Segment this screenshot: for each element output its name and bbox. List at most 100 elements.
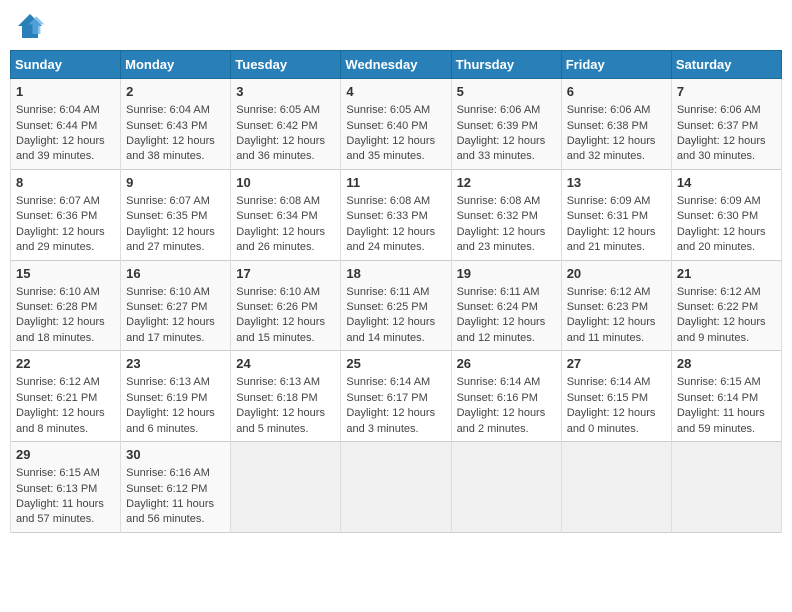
day-info-line: and 14 minutes. xyxy=(346,331,445,346)
day-info-line: Daylight: 12 hours xyxy=(457,406,556,421)
calendar-cell: 21 Sunrise: 6:12 AMSunset: 6:22 PMDayligh… xyxy=(671,260,781,351)
calendar-cell: 24Sunrise: 6:13 AMSunset: 6:18 PMDayligh… xyxy=(231,351,341,442)
day-info-line: Sunrise: 6:04 AM xyxy=(126,103,225,118)
day-info-line: Sunset: 6:44 PM xyxy=(16,119,115,134)
calendar-cell: 19Sunrise: 6:11 AMSunset: 6:24 PMDayligh… xyxy=(451,260,561,351)
day-info-line: Sunset: 6:36 PM xyxy=(16,209,115,224)
day-info-line: Sunrise: 6:09 AM xyxy=(677,194,776,209)
day-info-line: Daylight: 12 hours xyxy=(567,406,666,421)
day-info-line: Sunrise: 6:12 AM xyxy=(16,375,115,390)
day-number: 12 xyxy=(457,174,556,192)
day-info-line: Sunset: 6:39 PM xyxy=(457,119,556,134)
day-info-line: Daylight: 12 hours xyxy=(457,315,556,330)
day-info-line: Sunset: 6:24 PM xyxy=(457,300,556,315)
header-thursday: Thursday xyxy=(451,51,561,79)
calendar-cell: 13Sunrise: 6:09 AMSunset: 6:31 PMDayligh… xyxy=(561,169,671,260)
day-info-line: Sunrise: 6:10 AM xyxy=(236,285,335,300)
day-info-line: Sunrise: 6:10 AM xyxy=(16,285,115,300)
day-info-line: Daylight: 12 hours xyxy=(126,406,225,421)
day-info-line: Sunrise: 6:07 AM xyxy=(16,194,115,209)
day-info-line: Sunrise: 6:11 AM xyxy=(346,285,445,300)
day-info-line: Sunrise: 6:12 AM xyxy=(677,285,776,300)
day-number: 27 xyxy=(567,355,666,373)
calendar-cell: 2Sunrise: 6:04 AMSunset: 6:43 PMDaylight… xyxy=(121,79,231,170)
day-info-line: Daylight: 12 hours xyxy=(567,225,666,240)
calendar-cell: 9Sunrise: 6:07 AMSunset: 6:35 PMDaylight… xyxy=(121,169,231,260)
day-info-line: Sunset: 6:33 PM xyxy=(346,209,445,224)
day-info-line: Sunset: 6:17 PM xyxy=(346,391,445,406)
day-info-line: and 5 minutes. xyxy=(236,422,335,437)
day-info-line: Daylight: 12 hours xyxy=(126,315,225,330)
day-info-line: Sunrise: 6:06 AM xyxy=(567,103,666,118)
day-number: 11 xyxy=(346,174,445,192)
day-info-line: and 9 minutes. xyxy=(677,331,776,346)
logo xyxy=(14,10,50,42)
day-info-line: Daylight: 12 hours xyxy=(126,134,225,149)
header-tuesday: Tuesday xyxy=(231,51,341,79)
day-number: 1 xyxy=(16,83,115,101)
day-info-line: Daylight: 12 hours xyxy=(16,225,115,240)
day-number: 15 xyxy=(16,265,115,283)
day-info-line: Daylight: 12 hours xyxy=(346,406,445,421)
calendar-cell xyxy=(341,442,451,533)
day-number: 26 xyxy=(457,355,556,373)
day-info-line: Sunrise: 6:05 AM xyxy=(346,103,445,118)
day-info-line: Daylight: 12 hours xyxy=(677,315,776,330)
day-info-line: and 27 minutes. xyxy=(126,240,225,255)
day-info-line: Daylight: 11 hours xyxy=(677,406,776,421)
day-info-line: and 35 minutes. xyxy=(346,149,445,164)
day-number: 10 xyxy=(236,174,335,192)
day-info-line: and 30 minutes. xyxy=(677,149,776,164)
day-info-line: and 12 minutes. xyxy=(457,331,556,346)
calendar-cell: 28Sunrise: 6:15 AMSunset: 6:14 PMDayligh… xyxy=(671,351,781,442)
day-number: 28 xyxy=(677,355,776,373)
day-info-line: Sunrise: 6:15 AM xyxy=(16,466,115,481)
header-monday: Monday xyxy=(121,51,231,79)
day-number: 18 xyxy=(346,265,445,283)
calendar-cell: 14Sunrise: 6:09 AMSunset: 6:30 PMDayligh… xyxy=(671,169,781,260)
day-info-line: Sunset: 6:28 PM xyxy=(16,300,115,315)
day-number: 14 xyxy=(677,174,776,192)
day-number: 8 xyxy=(16,174,115,192)
day-info-line: Daylight: 12 hours xyxy=(346,315,445,330)
day-info-line: Daylight: 12 hours xyxy=(567,134,666,149)
day-info-line: Sunset: 6:31 PM xyxy=(567,209,666,224)
day-info-line: Sunset: 6:38 PM xyxy=(567,119,666,134)
day-number: 5 xyxy=(457,83,556,101)
day-info-line: Sunrise: 6:12 AM xyxy=(567,285,666,300)
day-info-line: Sunset: 6:25 PM xyxy=(346,300,445,315)
day-info-line: Sunrise: 6:10 AM xyxy=(126,285,225,300)
day-info-line: and 23 minutes. xyxy=(457,240,556,255)
day-info-line: and 2 minutes. xyxy=(457,422,556,437)
day-info-line: Sunrise: 6:05 AM xyxy=(236,103,335,118)
day-number: 21 xyxy=(677,265,776,283)
day-info-line: and 18 minutes. xyxy=(16,331,115,346)
day-info-line: Sunset: 6:22 PM xyxy=(677,300,776,315)
day-info-line: Sunrise: 6:07 AM xyxy=(126,194,225,209)
day-info-line: Sunset: 6:40 PM xyxy=(346,119,445,134)
day-info-line: Daylight: 12 hours xyxy=(236,406,335,421)
day-info-line: Sunrise: 6:08 AM xyxy=(457,194,556,209)
day-info-line: Sunset: 6:42 PM xyxy=(236,119,335,134)
day-info-line: Sunrise: 6:14 AM xyxy=(457,375,556,390)
day-info-line: Sunset: 6:26 PM xyxy=(236,300,335,315)
day-info-line: Sunset: 6:14 PM xyxy=(677,391,776,406)
day-info-line: and 57 minutes. xyxy=(16,512,115,527)
day-info-line: Sunset: 6:16 PM xyxy=(457,391,556,406)
day-info-line: Sunrise: 6:16 AM xyxy=(126,466,225,481)
calendar-header: SundayMondayTuesdayWednesdayThursdayFrid… xyxy=(11,51,782,79)
day-info-line: Sunrise: 6:14 AM xyxy=(346,375,445,390)
day-info-line: Sunrise: 6:14 AM xyxy=(567,375,666,390)
day-info-line: Sunset: 6:37 PM xyxy=(677,119,776,134)
calendar-cell: 3Sunrise: 6:05 AMSunset: 6:42 PMDaylight… xyxy=(231,79,341,170)
day-info-line: Sunset: 6:30 PM xyxy=(677,209,776,224)
calendar-cell: 15Sunrise: 6:10 AMSunset: 6:28 PMDayligh… xyxy=(11,260,121,351)
day-info-line: Sunset: 6:32 PM xyxy=(457,209,556,224)
logo-icon xyxy=(14,10,46,42)
day-number: 25 xyxy=(346,355,445,373)
calendar-cell: 8 Sunrise: 6:07 AMSunset: 6:36 PMDaylight… xyxy=(11,169,121,260)
header-wednesday: Wednesday xyxy=(341,51,451,79)
calendar-cell: 7Sunrise: 6:06 AMSunset: 6:37 PMDaylight… xyxy=(671,79,781,170)
page-header xyxy=(10,10,782,42)
day-info-line: and 21 minutes. xyxy=(567,240,666,255)
